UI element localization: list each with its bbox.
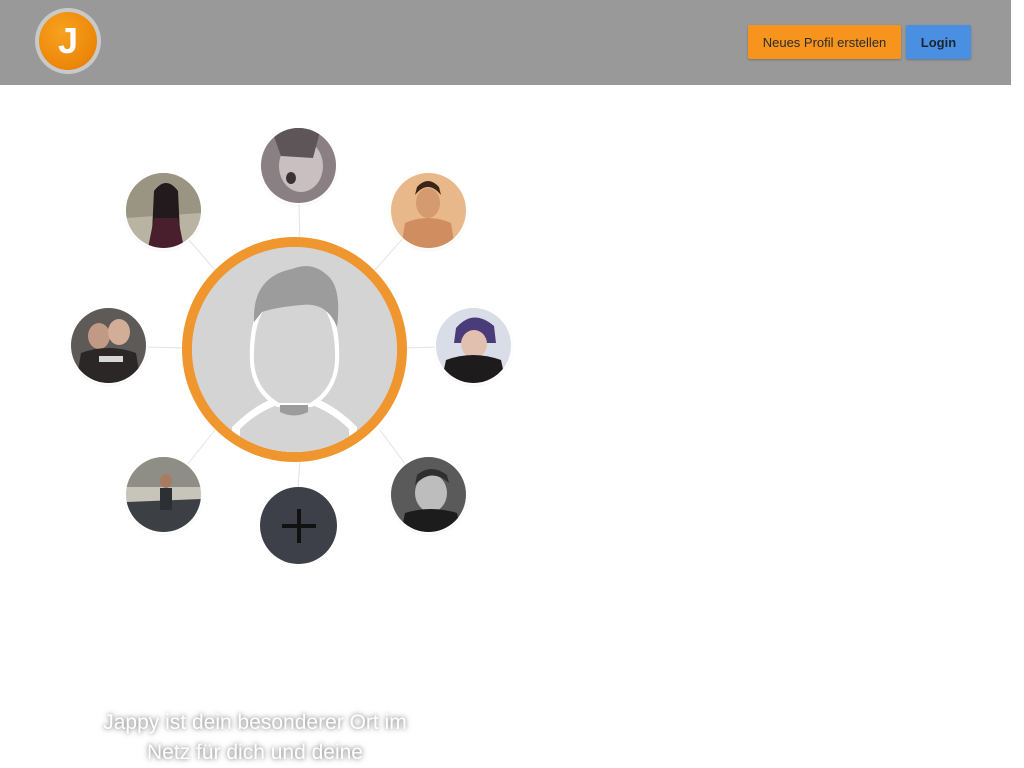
add-friend-button[interactable] <box>260 487 337 564</box>
connection-line-bottom <box>297 459 301 488</box>
member-avatar-bottom-left[interactable] <box>126 457 201 532</box>
default-profile-silhouette-icon <box>192 247 397 452</box>
logo-letter: J <box>39 12 97 70</box>
register-button[interactable]: Neues Profil erstellen <box>748 25 901 59</box>
top-header: J Neues Profil erstellen Login <box>0 0 1011 85</box>
login-button[interactable]: Login <box>906 25 971 59</box>
member-avatar-right[interactable] <box>436 308 511 383</box>
member-avatar-top-left[interactable] <box>126 173 201 248</box>
page-edge <box>1011 0 1024 768</box>
profile-network-stage: Jappy ist dein besonderer Ort im Netz fü… <box>0 85 1011 768</box>
member-avatar-left[interactable] <box>71 308 146 383</box>
member-avatar-top-right[interactable] <box>391 173 466 248</box>
member-avatar-top[interactable] <box>261 128 336 203</box>
jappy-logo-icon[interactable]: J <box>35 8 101 74</box>
plus-icon <box>281 508 316 543</box>
member-avatar-bottom-right[interactable] <box>391 457 466 532</box>
hero-tagline: Jappy ist dein besonderer Ort im Netz fü… <box>103 711 407 764</box>
main-profile-avatar[interactable] <box>182 237 407 462</box>
